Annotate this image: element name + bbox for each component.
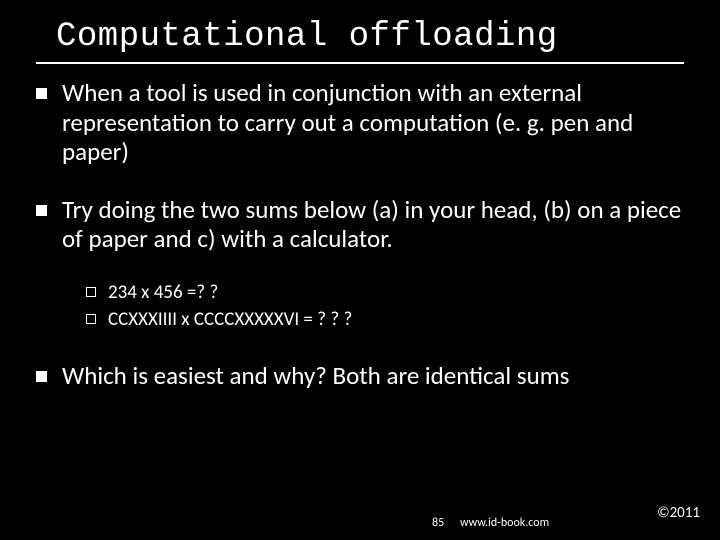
slide: Computational offloading When a tool is … [0, 0, 720, 540]
footer-url: www.id-book.com [460, 516, 549, 530]
bullet-text: Try doing the two sums below (a) in your… [62, 194, 681, 255]
bullet-text: Which is easiest and why? Both are ident… [62, 360, 569, 391]
sub-bullet-text: CCXXXIIII x CCCCXXXXXVI = ? ? ? [108, 308, 352, 331]
sub-bullet-text: 234 x 456 =? ? [108, 281, 218, 304]
bullet-item: Try doing the two sums below (a) in your… [36, 195, 684, 333]
bullet-item: Which is easiest and why? Both are ident… [36, 361, 684, 391]
footer: 85 www.id-book.com ©2011 [0, 512, 720, 530]
bullet-item: When a tool is used in conjunction with … [36, 78, 684, 167]
sub-bullet-list: 234 x 456 =? ? CCXXXIIII x CCCCXXXXXVI =… [62, 280, 684, 333]
sub-bullet-item: 234 x 456 =? ? [86, 280, 684, 306]
slide-content: When a tool is used in conjunction with … [36, 78, 684, 390]
bullet-text: When a tool is used in conjunction with … [62, 77, 633, 167]
page-number: 85 [432, 516, 444, 530]
bullet-list: When a tool is used in conjunction with … [36, 78, 684, 390]
copyright: ©2011 [657, 504, 700, 522]
title-rule [36, 62, 684, 64]
slide-title: Computational offloading [56, 18, 684, 56]
sub-bullet-item: CCXXXIIII x CCCCXXXXXVI = ? ? ? [86, 307, 684, 333]
